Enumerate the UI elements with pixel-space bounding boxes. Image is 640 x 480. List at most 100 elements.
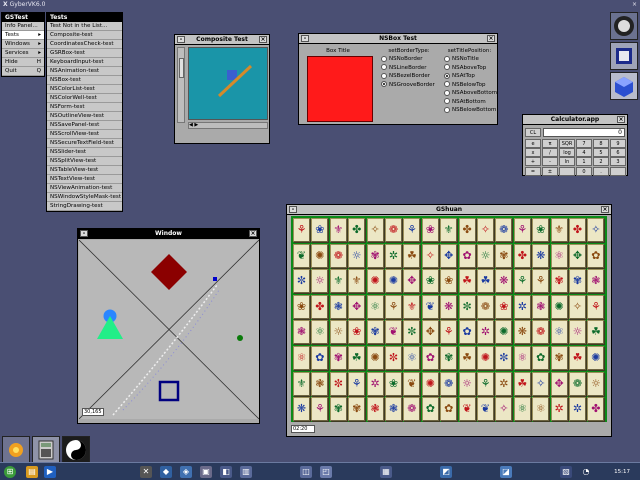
mahjong-tile[interactable]: ✼ — [385, 346, 402, 370]
radio-option[interactable]: NSNoTitle — [444, 55, 498, 64]
submenu-item[interactable]: NSForm-test — [47, 103, 122, 112]
mahjong-tile[interactable]: ✺ — [421, 371, 439, 396]
mahjong-tile[interactable]: ⚘ — [477, 371, 494, 396]
radio-button-icon[interactable] — [381, 55, 387, 62]
calculator-key[interactable]: ± — [542, 166, 558, 176]
clear-key[interactable]: CL — [525, 128, 541, 137]
submenu-item[interactable]: NSOutlineView-test — [47, 112, 122, 121]
calculator-key[interactable]: 5 — [593, 148, 609, 158]
close-button[interactable]: × — [617, 116, 625, 123]
radio-option[interactable]: NSGrooveBorder — [381, 81, 439, 90]
mahjong-tile[interactable]: ❁ — [440, 371, 458, 396]
mahjong-tile[interactable]: ✤ — [513, 243, 531, 268]
mahjong-tile[interactable]: ✧ — [477, 218, 494, 242]
calculator-key[interactable]: 3 — [610, 157, 626, 167]
mahjong-tile[interactable]: ☘ — [477, 269, 494, 294]
radio-button-icon[interactable] — [444, 72, 450, 79]
mahjong-tile[interactable]: ❦ — [403, 371, 421, 396]
mahjong-tile[interactable]: ✺ — [477, 346, 494, 370]
task-app-icon-8[interactable]: ◰ — [320, 466, 332, 478]
mahjong-tile[interactable]: ✼ — [329, 371, 347, 396]
calculator-key[interactable]: 1 — [576, 157, 592, 167]
mahjong-tile[interactable]: ✲ — [513, 294, 531, 319]
mahjong-tile[interactable]: ❁ — [385, 218, 402, 242]
mahjong-tile[interactable]: ✺ — [385, 269, 402, 294]
mahjong-tile[interactable]: ⚘ — [293, 218, 310, 242]
mahjong-tile[interactable]: ✿ — [458, 243, 476, 268]
mahjong-tile[interactable]: ⚛ — [311, 320, 329, 345]
mahjong-tile[interactable]: ☼ — [587, 371, 605, 396]
mahjong-tile[interactable]: ✤ — [458, 218, 476, 242]
mahjong-tile[interactable]: ❋ — [513, 320, 531, 345]
drawing-titlebar[interactable]: - Window × — [78, 229, 259, 239]
mahjong-tile[interactable]: ✾ — [329, 346, 347, 370]
radio-option[interactable]: NSNoBorder — [381, 55, 439, 64]
mahjong-tile[interactable]: ✧ — [532, 371, 550, 396]
mahjong-tile[interactable]: ⚛ — [532, 397, 550, 422]
gshuan-titlebar[interactable]: - GShuan × — [287, 205, 611, 215]
mahjong-tile[interactable]: ❀ — [348, 320, 366, 345]
mahjong-tile[interactable]: ✤ — [311, 294, 329, 319]
mahjong-tile[interactable]: ☼ — [458, 371, 476, 396]
calculator-key[interactable]: + — [525, 157, 541, 167]
close-button[interactable]: × — [249, 230, 257, 237]
mahjong-tile[interactable]: ☼ — [329, 320, 347, 345]
radio-button-icon[interactable] — [444, 98, 450, 104]
mahjong-tile[interactable]: ❋ — [293, 397, 310, 422]
radio-option[interactable]: NSBelowBottom — [444, 106, 498, 115]
mahjong-tile[interactable]: ❋ — [440, 294, 458, 319]
radio-button-icon[interactable] — [381, 64, 387, 70]
menu-item[interactable]: Services ▸ — [2, 49, 44, 58]
mahjong-tile[interactable]: ✧ — [421, 243, 439, 268]
mahjong-tile[interactable]: ☘ — [513, 371, 531, 396]
task-app-icon-9[interactable]: ▦ — [380, 466, 392, 478]
mahjong-tile[interactable]: ✿ — [421, 346, 439, 370]
mahjong-tile[interactable]: ❃ — [311, 371, 329, 396]
mahjong-tile[interactable]: ❁ — [477, 294, 494, 319]
task-app-icon-2[interactable]: ◆ — [160, 466, 172, 478]
dock-yinyang-icon[interactable] — [62, 436, 90, 464]
submenu-item[interactable]: NSWindowStyleMask-test — [47, 193, 122, 202]
mahjong-tile[interactable]: ⚘ — [403, 218, 421, 242]
scroll-knob[interactable] — [179, 58, 184, 78]
mahjong-tile[interactable]: ☘ — [458, 269, 476, 294]
submenu-item[interactable]: Composite-test — [47, 31, 122, 40]
task-app-icon-6[interactable]: ▥ — [240, 466, 252, 478]
mahjong-tile[interactable]: ❁ — [403, 397, 421, 422]
mahjong-tile[interactable]: ⚘ — [348, 371, 366, 396]
task-app-icon-1[interactable]: ✕ — [140, 466, 152, 478]
radio-option[interactable]: NSAboveTop — [444, 64, 498, 73]
task-app-icon-3[interactable]: ◈ — [180, 466, 192, 478]
mahjong-tile[interactable]: ✲ — [550, 397, 568, 422]
radio-button-icon[interactable] — [444, 81, 450, 87]
mahjong-tile[interactable]: ❁ — [329, 243, 347, 268]
calculator-key[interactable]: x — [525, 148, 541, 158]
radio-option[interactable]: NSBelowTop — [444, 81, 498, 90]
task-app-icon-4[interactable]: ▣ — [200, 466, 212, 478]
mahjong-tile[interactable]: ✾ — [550, 346, 568, 370]
calculator-key[interactable]: 6 — [610, 148, 626, 158]
mahjong-tile[interactable]: ⚘ — [440, 320, 458, 345]
calculator-key[interactable]: 8 — [593, 139, 609, 148]
submenu-item[interactable]: NSSavePanel-test — [47, 121, 122, 130]
submenu-item[interactable]: NSSlider-test — [47, 148, 122, 157]
mahjong-tile[interactable]: ❦ — [477, 397, 494, 422]
submenu-item[interactable]: NSTextView-test — [47, 175, 122, 184]
calculator-key[interactable]: 0 — [576, 166, 592, 176]
submenu-item[interactable]: NSColorList-test — [47, 85, 122, 94]
task-app-icon-7[interactable]: ◫ — [300, 466, 312, 478]
mahjong-tile[interactable]: ❃ — [532, 294, 550, 319]
submenu-item[interactable]: KeyboardInput-test — [47, 58, 122, 67]
mahjong-tile[interactable]: ✺ — [366, 269, 384, 294]
mahjong-tile[interactable]: ✺ — [495, 320, 513, 345]
menu-item[interactable]: Tests ▸ — [2, 31, 44, 40]
mahjong-tile[interactable]: ⚘ — [385, 294, 402, 319]
mahjong-tile[interactable]: ☼ — [477, 243, 494, 268]
menu-item[interactable]: Info Panel... — [2, 22, 44, 31]
menu-item[interactable]: Quit Q — [2, 67, 44, 76]
task-app-icon-5[interactable]: ◧ — [220, 466, 232, 478]
mahjong-tile[interactable]: ⚜ — [329, 218, 347, 242]
mahjong-tile[interactable]: ⚜ — [403, 294, 421, 319]
mahjong-tile[interactable]: ✺ — [587, 346, 605, 370]
radio-button-icon[interactable] — [444, 64, 450, 70]
